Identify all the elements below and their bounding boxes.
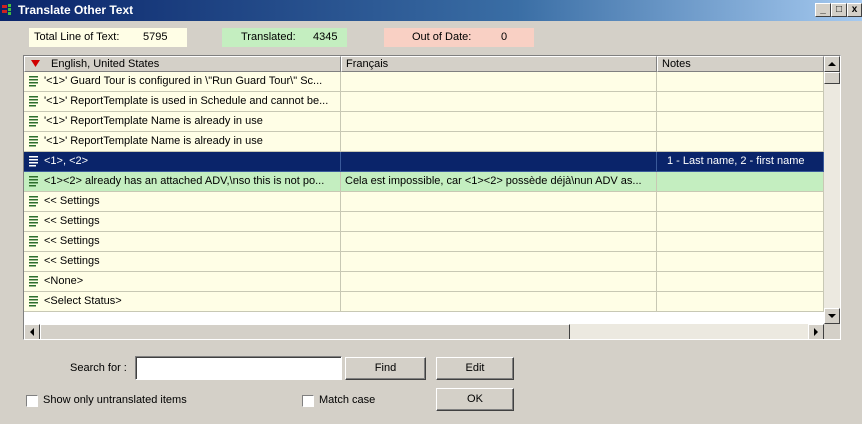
find-button[interactable]: Find bbox=[345, 357, 426, 380]
arrow-left-icon bbox=[30, 328, 34, 336]
cell-french[interactable] bbox=[341, 92, 657, 112]
cell-french[interactable] bbox=[341, 252, 657, 272]
window-title: Translate Other Text bbox=[18, 3, 134, 17]
match-case-label: Match case bbox=[319, 394, 376, 406]
cell-french[interactable] bbox=[341, 112, 657, 132]
cell-english[interactable]: << Settings bbox=[24, 192, 341, 212]
app-icon bbox=[2, 4, 11, 15]
table-row[interactable]: <1>, <2> 1 - Last name, 2 - first name bbox=[24, 152, 824, 172]
cell-notes[interactable] bbox=[657, 192, 824, 212]
out-of-date-value: 0 bbox=[501, 31, 508, 43]
total-lines-stat: Total Line of Text: 5795 bbox=[29, 28, 187, 47]
table-row[interactable]: << Settings bbox=[24, 192, 824, 212]
horizontal-scrollbar[interactable] bbox=[24, 324, 824, 339]
translated-value: 4345 bbox=[313, 31, 338, 43]
ok-button[interactable]: OK bbox=[436, 388, 514, 411]
search-label: Search for : bbox=[70, 362, 127, 374]
cell-french[interactable]: Cela est impossible, car <1><2> possède … bbox=[341, 172, 657, 192]
cell-notes[interactable] bbox=[657, 232, 824, 252]
cell-english[interactable]: '<1>' Guard Tour is configured in \"Run … bbox=[24, 72, 341, 92]
edit-button[interactable]: Edit bbox=[436, 357, 514, 380]
minimize-button[interactable]: _ bbox=[815, 3, 831, 17]
column-header-french[interactable]: Français bbox=[341, 56, 657, 72]
cell-notes[interactable] bbox=[657, 132, 824, 152]
scroll-left-button[interactable] bbox=[24, 324, 40, 339]
cell-french[interactable] bbox=[341, 72, 657, 92]
grid-body: English, United States Français Notes '<… bbox=[24, 56, 824, 324]
scroll-right-button[interactable] bbox=[808, 324, 824, 339]
cell-notes[interactable] bbox=[657, 112, 824, 132]
match-case-checkbox[interactable] bbox=[302, 395, 314, 407]
cell-french[interactable] bbox=[341, 272, 657, 292]
cell-french[interactable] bbox=[341, 152, 657, 172]
table-row[interactable]: '<1>' Guard Tour is configured in \"Run … bbox=[24, 72, 824, 92]
table-row[interactable]: '<1>' ReportTemplate is used in Schedule… bbox=[24, 92, 824, 112]
table-row[interactable]: '<1>' ReportTemplate Name is already in … bbox=[24, 132, 824, 152]
out-of-date-stat: Out of Date: 0 bbox=[384, 28, 534, 47]
minimize-icon: _ bbox=[820, 4, 826, 15]
cell-english[interactable]: << Settings bbox=[24, 232, 341, 252]
cell-english[interactable]: <None> bbox=[24, 272, 341, 292]
cell-notes[interactable] bbox=[657, 92, 824, 112]
scrollbar-corner bbox=[824, 324, 840, 339]
cell-french[interactable] bbox=[341, 232, 657, 252]
table-row[interactable]: << Settings bbox=[24, 252, 824, 272]
cell-notes[interactable] bbox=[657, 272, 824, 292]
cell-english[interactable]: << Settings bbox=[24, 212, 341, 232]
title-bar[interactable]: Translate Other Text _ □ x bbox=[0, 0, 862, 21]
close-icon: x bbox=[851, 4, 858, 15]
arrow-up-icon bbox=[828, 62, 836, 66]
search-input[interactable] bbox=[135, 356, 342, 380]
table-row[interactable]: <None> bbox=[24, 272, 824, 292]
cell-english[interactable]: '<1>' ReportTemplate Name is already in … bbox=[24, 132, 341, 152]
horizontal-scroll-thumb[interactable] bbox=[40, 324, 570, 339]
column-header-french-label: Français bbox=[346, 58, 389, 70]
cell-french[interactable] bbox=[341, 192, 657, 212]
cell-english[interactable]: <1><2> already has an attached ADV,\nso … bbox=[24, 172, 341, 192]
table-row[interactable]: << Settings bbox=[24, 212, 824, 232]
maximize-icon: □ bbox=[835, 4, 843, 15]
total-lines-value: 5795 bbox=[143, 31, 168, 43]
column-header-notes-label: Notes bbox=[662, 58, 691, 70]
table-row[interactable]: <Select Status> bbox=[24, 292, 824, 312]
cell-english[interactable]: '<1>' ReportTemplate is used in Schedule… bbox=[24, 92, 341, 112]
cell-notes[interactable] bbox=[657, 72, 824, 92]
arrow-down-icon bbox=[828, 314, 836, 318]
scroll-down-button[interactable] bbox=[824, 308, 840, 324]
cell-notes[interactable] bbox=[657, 212, 824, 232]
column-header-english-label: English, United States bbox=[51, 58, 160, 70]
out-of-date-label: Out of Date: bbox=[412, 31, 472, 43]
translation-grid[interactable]: English, United States Français Notes '<… bbox=[23, 55, 841, 340]
cell-notes[interactable] bbox=[657, 292, 824, 312]
cell-notes[interactable]: 1 - Last name, 2 - first name bbox=[657, 152, 824, 172]
sort-descending-icon bbox=[31, 60, 40, 67]
arrow-right-icon bbox=[814, 328, 818, 336]
cell-french[interactable] bbox=[341, 132, 657, 152]
translated-stat: Translated: 4345 bbox=[222, 28, 347, 47]
column-header-english[interactable]: English, United States bbox=[24, 56, 341, 72]
cell-notes[interactable] bbox=[657, 252, 824, 272]
translated-label: Translated: bbox=[241, 31, 296, 43]
table-row[interactable]: << Settings bbox=[24, 232, 824, 252]
cell-french[interactable] bbox=[341, 212, 657, 232]
cell-english[interactable]: '<1>' ReportTemplate Name is already in … bbox=[24, 112, 341, 132]
table-row[interactable]: <1><2> already has an attached ADV,\nso … bbox=[24, 172, 824, 192]
maximize-button[interactable]: □ bbox=[831, 3, 847, 17]
cell-english[interactable]: <Select Status> bbox=[24, 292, 341, 312]
table-row[interactable]: '<1>' ReportTemplate Name is already in … bbox=[24, 112, 824, 132]
cell-french[interactable] bbox=[341, 292, 657, 312]
show-untranslated-label: Show only untranslated items bbox=[43, 394, 187, 406]
cell-notes[interactable] bbox=[657, 172, 824, 192]
total-lines-label: Total Line of Text: bbox=[34, 31, 120, 43]
cell-english[interactable]: << Settings bbox=[24, 252, 341, 272]
vertical-scroll-thumb[interactable] bbox=[824, 72, 840, 84]
cell-english[interactable]: <1>, <2> bbox=[24, 152, 341, 172]
column-header-notes[interactable]: Notes bbox=[657, 56, 824, 72]
vertical-scrollbar[interactable] bbox=[824, 56, 840, 324]
close-button[interactable]: x bbox=[847, 3, 862, 17]
show-untranslated-checkbox[interactable] bbox=[26, 395, 38, 407]
translate-window: Translate Other Text _ □ x Total Line of… bbox=[0, 0, 862, 424]
scroll-up-button[interactable] bbox=[824, 56, 840, 72]
